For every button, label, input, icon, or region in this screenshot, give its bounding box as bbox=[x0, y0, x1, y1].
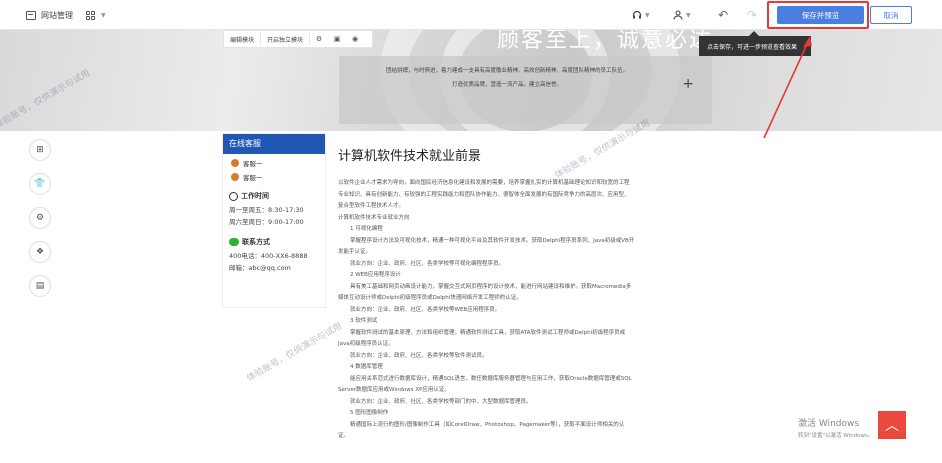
site-manage-button[interactable]: 网站管理 bbox=[26, 0, 73, 30]
settings-icon[interactable]: ⚙ bbox=[310, 35, 328, 43]
layout-icon[interactable]: ▣ bbox=[328, 35, 346, 43]
article-paragraph: 掌握软件测试的基本原理、方法和组织管理，精通软件测试工具，获取ATA软件测试工程… bbox=[350, 329, 626, 336]
windows-activation-notice: 激活 Windows 转到"设置"以激活 Windows。 bbox=[798, 416, 873, 439]
add-icon[interactable]: + bbox=[682, 76, 694, 92]
article-paragraph: 专业知识、具有创新能力、有较强的工程实践能力和团队协作能力、德智体全面发展的有国… bbox=[338, 191, 630, 198]
article-paragraph: 就业方向：企业、政府、社区、各类学校等部门的中、大型数据库管理员。 bbox=[350, 398, 532, 405]
cancel-button[interactable]: 取消 bbox=[870, 6, 912, 24]
service-agent[interactable]: 客服一 bbox=[231, 172, 325, 182]
plugins-button[interactable]: ❖ bbox=[20, 239, 60, 265]
wechat-icon bbox=[229, 238, 239, 246]
modules-button[interactable]: ⊞ bbox=[20, 137, 60, 163]
article-paragraph: 掌握程序设计方法及可视化技术，精通一种可视化平台及其软件开发技术。获取Delph… bbox=[350, 237, 635, 244]
site-manage-label: 网站管理 bbox=[41, 10, 73, 20]
agent-avatar-icon bbox=[231, 173, 239, 181]
contact-title: 联系方式 bbox=[229, 237, 325, 247]
agent-avatar-icon bbox=[231, 159, 239, 167]
grid-icon bbox=[86, 10, 95, 20]
article-paragraph: 4 数据库管理 bbox=[350, 364, 383, 370]
eye-icon[interactable]: ◉ bbox=[346, 35, 364, 43]
user-menu-button[interactable]: ▼ bbox=[673, 0, 691, 30]
article-paragraph: 5 图形图像制作 bbox=[350, 410, 389, 416]
back-to-top-button[interactable]: ︿ bbox=[878, 411, 906, 439]
contact-line: 400电话：400-XX6-8888 bbox=[229, 252, 308, 260]
article-paragraph: 复合型软件工程技术人才。 bbox=[338, 203, 405, 209]
chevron-down-icon: ▼ bbox=[686, 11, 691, 19]
work-time-title: 工作时间 bbox=[229, 191, 325, 201]
redo-icon: ↷ bbox=[747, 8, 758, 22]
gear-icon: ⚙ bbox=[29, 207, 51, 229]
banner-text-line: 打造优质品牌，营造一流产品，建立高信誉。 bbox=[451, 82, 562, 88]
edit-module-button[interactable]: 编辑模块 bbox=[224, 33, 262, 45]
clock-icon bbox=[229, 191, 238, 201]
article-paragraph: 1 可视化编程 bbox=[350, 226, 383, 232]
theme-button[interactable]: 👕 bbox=[20, 171, 60, 197]
article-paragraph: Java初级程序员认证。 bbox=[338, 341, 394, 347]
article-body: 以软件企业人才需求为导向，面向国民经济信息化建设和发展的需要，培养掌握扎实的计算… bbox=[338, 178, 706, 443]
work-time-line: 周一至周五：8:30-17:30 bbox=[229, 206, 304, 214]
module-edit-toolbar: 编辑模块 开启独立模块 ⚙ ▣ ◉ bbox=[223, 30, 373, 48]
contact-label: 联系方式 bbox=[242, 238, 270, 246]
article-paragraph: 就业方向：企业、政府、社区、各类学校等可视化编程程序员。 bbox=[350, 260, 505, 267]
chevron-down-icon: ▼ bbox=[101, 11, 106, 19]
user-icon bbox=[673, 10, 683, 20]
online-service-panel: 在线客服 客服一 客服一 工作时间 周一至周五：8:30-17:30 周六至周日… bbox=[222, 133, 326, 308]
work-time-line: 周六至周日：9:00-17:00 bbox=[229, 218, 304, 226]
save-tooltip: 点击保存，可进一步预览查看效果 bbox=[699, 31, 811, 56]
redo-button[interactable]: ↷ bbox=[747, 0, 757, 30]
online-service-header: 在线客服 bbox=[223, 134, 325, 154]
page-content: ⊞ 👕 ⚙ ❖ ▤ 在线客服 客服一 客服一 工作时间 周一至周五：8:30-1… bbox=[0, 131, 942, 463]
article-paragraph: 能应用关系范式进行数据库设计，精通SQL语言，数任数据库服务器管理与应用工作，获… bbox=[350, 375, 632, 382]
banner-text: 团结拼搏，与时俱进，着力建成一支具有高度敬业精神、高效创新精神、高度团队精神的员… bbox=[357, 64, 657, 92]
agent-label: 客服一 bbox=[243, 174, 263, 182]
article-paragraph: 以软件企业人才需求为导向，面向国民经济信息化建设和发展的需要，培养掌握扎实的计算… bbox=[338, 180, 630, 186]
page-icon: ▤ bbox=[29, 275, 51, 297]
article-paragraph: 证。 bbox=[338, 433, 350, 439]
support-menu-button[interactable]: ▼ bbox=[632, 0, 650, 30]
article-paragraph: 计算机软件技术专业就业方向 bbox=[338, 214, 410, 221]
open-independent-module-button[interactable]: 开启独立模块 bbox=[261, 33, 311, 45]
article-paragraph: 就业方向：企业、政府、社区、各类学校等WEB应用程序员。 bbox=[350, 306, 501, 313]
article-paragraph: 精通国际上流行的图形/图像制作工具（如CorelDraw、Photoshop、P… bbox=[350, 421, 625, 428]
article-paragraph: Server数据库应用或Windows XP应用认证。 bbox=[338, 387, 450, 393]
article: 计算机软件技术就业前景 以软件企业人才需求为导向，面向国民经济信息化建设和发展的… bbox=[338, 145, 706, 443]
article-paragraph: 3 软件测试 bbox=[350, 318, 378, 324]
headset-icon bbox=[632, 10, 642, 19]
grid-icon: ⊞ bbox=[29, 139, 51, 161]
article-paragraph: 具有美工基础和网页动画设计能力，掌握交互式网页程序的设计技术，能进行网站建设和维… bbox=[350, 283, 632, 290]
article-paragraph: 媒体互动设计师或Delphi初级程序员或Delphi快速网络开发工程师的认证。 bbox=[338, 295, 522, 301]
save-preview-button[interactable]: 保存并预览 bbox=[777, 6, 864, 24]
article-title: 计算机软件技术就业前景 bbox=[338, 149, 482, 164]
banner-title: 顾客至上，诚意必达 bbox=[497, 30, 714, 53]
left-toolbar: ⊞ 👕 ⚙ ❖ ▤ bbox=[20, 137, 60, 307]
banner-text-box[interactable]: 团结拼搏，与时俱进，着力建成一支具有高度敬业精神、高效创新精神、高度团队精神的员… bbox=[339, 56, 712, 124]
apps-menu-button[interactable]: ▼ bbox=[86, 0, 106, 30]
article-paragraph: 就业方向：企业、政府、社区、各类学校等软件测试员。 bbox=[350, 352, 488, 359]
contact-line: 邮箱：abc@qq.com bbox=[229, 264, 291, 272]
paw-icon: ❖ bbox=[29, 241, 51, 263]
agent-label: 客服一 bbox=[243, 160, 263, 168]
banner-text-line: 团结拼搏，与时俱进，着力建成一支具有高度敬业精神、高效创新精神、高度团队精神的员… bbox=[385, 68, 628, 74]
shirt-icon: 👕 bbox=[29, 173, 51, 195]
activation-title: 激活 Windows bbox=[798, 419, 860, 429]
service-agent[interactable]: 客服一 bbox=[231, 158, 325, 168]
undo-button[interactable]: ↶ bbox=[718, 0, 728, 30]
settings-button[interactable]: ⚙ bbox=[20, 205, 60, 231]
article-paragraph: 2 WEB应用程序设计 bbox=[350, 272, 401, 278]
top-toolbar: 网站管理 ▼ ▼ ▼ ↶ ↷ 保存并预览 取消 bbox=[0, 0, 942, 30]
work-time-label: 工作时间 bbox=[241, 192, 269, 200]
activation-subtitle: 转到"设置"以激活 Windows。 bbox=[798, 433, 874, 439]
undo-icon: ↶ bbox=[718, 8, 729, 22]
website-icon bbox=[26, 10, 36, 20]
pages-button[interactable]: ▤ bbox=[20, 273, 60, 299]
chevron-up-icon: ︿ bbox=[885, 418, 899, 434]
article-paragraph: 发能手认证。 bbox=[338, 249, 372, 255]
chevron-down-icon: ▼ bbox=[645, 11, 650, 19]
